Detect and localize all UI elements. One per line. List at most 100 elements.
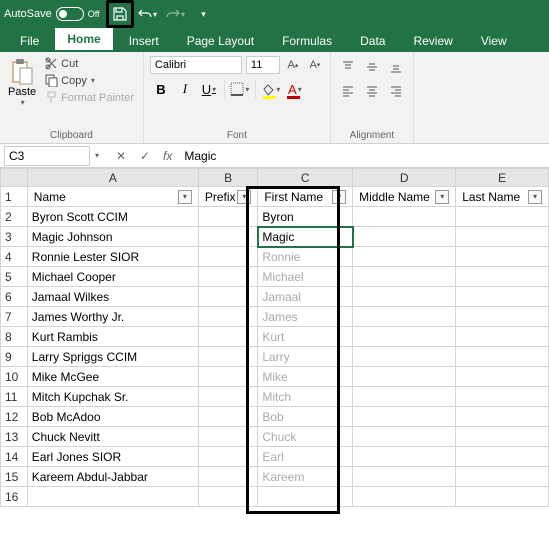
filter-button[interactable]: ▾ (528, 190, 542, 204)
row-header[interactable]: 6 (1, 287, 28, 307)
cell[interactable]: Chuck Nevitt (27, 427, 198, 447)
row-header[interactable]: 9 (1, 347, 28, 367)
align-center-button[interactable] (361, 80, 383, 102)
tab-view[interactable]: View (469, 30, 519, 52)
row-header[interactable]: 1 (1, 187, 28, 207)
cell[interactable] (198, 327, 257, 347)
cell[interactable] (456, 287, 549, 307)
cell[interactable] (353, 227, 456, 247)
row-header[interactable]: 12 (1, 407, 28, 427)
paste-button[interactable]: Paste ▾ (6, 56, 38, 128)
cell[interactable] (456, 267, 549, 287)
row-header[interactable]: 8 (1, 327, 28, 347)
confirm-edit-button[interactable]: ✓ (133, 146, 157, 166)
col-header-A[interactable]: A (27, 169, 198, 187)
cell[interactable] (198, 247, 257, 267)
cell[interactable]: Mitch Kupchak Sr. (27, 387, 198, 407)
cell[interactable] (198, 367, 257, 387)
cell[interactable] (456, 427, 549, 447)
autosave-toggle[interactable]: AutoSave Off (4, 7, 100, 21)
toggle-off-icon[interactable] (56, 7, 84, 21)
cell[interactable] (456, 387, 549, 407)
header-cell-middle-name[interactable]: Middle Name▾ (353, 187, 456, 207)
cell[interactable]: Michael (258, 267, 353, 287)
format-painter-button[interactable]: Format Painter (42, 90, 137, 105)
col-header-E[interactable]: E (456, 169, 549, 187)
cell[interactable]: Chuck (258, 427, 353, 447)
row-header[interactable]: 11 (1, 387, 28, 407)
cell[interactable] (353, 427, 456, 447)
cell[interactable]: Kareem Abdul-Jabbar (27, 467, 198, 487)
row-header[interactable]: 5 (1, 267, 28, 287)
cell[interactable]: Kareem (258, 467, 353, 487)
row-header[interactable]: 15 (1, 467, 28, 487)
tab-home[interactable]: Home (55, 28, 112, 52)
cell[interactable]: Magic (258, 227, 353, 247)
chevron-down-icon[interactable]: ▾ (95, 151, 99, 160)
cell[interactable] (456, 467, 549, 487)
tab-page-layout[interactable]: Page Layout (175, 30, 266, 52)
cell[interactable] (198, 227, 257, 247)
row-header[interactable]: 4 (1, 247, 28, 267)
tab-formulas[interactable]: Formulas (270, 30, 344, 52)
cell[interactable] (353, 267, 456, 287)
row-header[interactable]: 16 (1, 487, 28, 507)
decrease-font-button[interactable]: A▾ (306, 56, 324, 74)
copy-button[interactable]: Copy ▾ (42, 73, 137, 88)
cell[interactable] (353, 447, 456, 467)
header-cell-prefix[interactable]: Prefix▾ (198, 187, 257, 207)
filter-button[interactable]: ▾ (435, 190, 449, 204)
col-header-C[interactable]: C (258, 169, 353, 187)
align-bottom-button[interactable] (385, 56, 407, 78)
cell[interactable] (258, 487, 353, 507)
cell[interactable]: Bob McAdoo (27, 407, 198, 427)
cell[interactable] (27, 487, 198, 507)
align-middle-button[interactable] (361, 56, 383, 78)
cell[interactable]: James (258, 307, 353, 327)
cell[interactable] (456, 227, 549, 247)
redo-button[interactable]: ▾ (162, 0, 190, 28)
cell[interactable]: Jamaal Wilkes (27, 287, 198, 307)
cell[interactable] (353, 347, 456, 367)
cell[interactable] (353, 367, 456, 387)
cell[interactable] (198, 267, 257, 287)
undo-button[interactable]: ▾ (134, 0, 162, 28)
cell[interactable] (198, 307, 257, 327)
cell[interactable] (456, 327, 549, 347)
cell[interactable]: Byron (258, 207, 353, 227)
align-top-button[interactable] (337, 56, 359, 78)
row-header[interactable]: 10 (1, 367, 28, 387)
fill-color-button[interactable]: ▾ (260, 78, 282, 100)
cell[interactable]: Kurt Rambis (27, 327, 198, 347)
cell[interactable] (353, 487, 456, 507)
cell[interactable] (456, 347, 549, 367)
increase-font-button[interactable]: A▴ (284, 56, 302, 74)
cell[interactable]: Mike McGee (27, 367, 198, 387)
cell[interactable]: Kurt (258, 327, 353, 347)
italic-button[interactable]: I (174, 78, 196, 100)
font-name-select[interactable] (150, 56, 242, 74)
cancel-edit-button[interactable]: ✕ (109, 146, 133, 166)
cut-button[interactable]: Cut (42, 56, 137, 71)
row-header[interactable]: 13 (1, 427, 28, 447)
tab-insert[interactable]: Insert (117, 30, 171, 52)
row-header[interactable]: 14 (1, 447, 28, 467)
cell[interactable]: Bob (258, 407, 353, 427)
cell[interactable] (353, 467, 456, 487)
filter-button[interactable]: ▾ (332, 190, 346, 204)
col-header-D[interactable]: D (353, 169, 456, 187)
row-header[interactable]: 3 (1, 227, 28, 247)
tab-data[interactable]: Data (348, 30, 397, 52)
header-cell-first-name[interactable]: First Name▾ (258, 187, 353, 207)
tab-file[interactable]: File (8, 30, 51, 52)
qat-customize[interactable]: ▾ (190, 0, 218, 28)
tab-review[interactable]: Review (401, 30, 464, 52)
cell[interactable] (198, 447, 257, 467)
cell[interactable] (456, 407, 549, 427)
cell[interactable]: Byron Scott CCIM (27, 207, 198, 227)
row-header[interactable]: 2 (1, 207, 28, 227)
filter-button[interactable]: ▾ (178, 190, 192, 204)
cell[interactable]: Earl (258, 447, 353, 467)
select-all-corner[interactable] (1, 169, 28, 187)
cell[interactable]: Larry Spriggs CCIM (27, 347, 198, 367)
